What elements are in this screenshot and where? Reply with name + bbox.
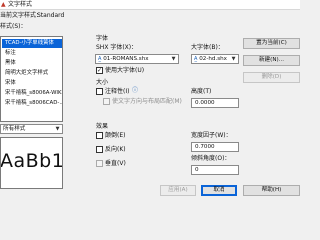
delete-style-button[interactable]: 删除(D) [243,72,300,83]
match-orientation-label: 使文字方向与布局匹配(M) [112,98,182,105]
backwards-checkbox[interactable] [96,146,103,153]
style-item[interactable]: 简明大炬文字样式 [2,69,62,78]
app-icon: ▲ [1,1,6,8]
styles-listbox[interactable]: TCAD-小字单线簧体 标注 黑体 简明大炬文字样式 宋体 宋千禧稿_s8006… [0,36,63,122]
width-factor-field[interactable]: 0.7000 [191,142,239,152]
shx-font-label: SHX 字体(X)： [96,44,138,51]
bigfont-select[interactable]: A̲ 02-hd.shx ▼ [191,54,239,64]
use-bigfont-checkbox[interactable] [96,67,103,74]
shx-icon: A̲ [98,56,102,62]
backwards-label: 反向(K) [105,146,126,153]
width-factor-label: 宽度因子(W)： [191,132,232,139]
set-current-button[interactable]: 置为当前(C) [243,38,300,49]
title-bar: ▲ 文字样式 [0,0,300,10]
style-item[interactable]: 标注 [2,49,62,58]
size-group-label: 大小 [96,79,109,86]
apply-button[interactable]: 应用(A) [160,185,196,196]
vertical-checkbox[interactable] [96,160,103,167]
annotative-label: 注释性(I) [105,88,130,95]
height-label: 高度(T) [191,88,212,95]
help-button[interactable]: 帮助(H) [243,185,300,196]
current-style-value: Standard [37,12,65,19]
font-group-label: 字体 [96,35,109,42]
oblique-angle-label: 倾斜角度(O)： [191,155,231,162]
oblique-angle-field[interactable]: 0 [191,165,239,175]
shx-font-select[interactable]: A̲ 01-ROMANS.shx ▼ [95,54,179,64]
style-filter-select[interactable]: 所有样式 ▼ [0,124,63,134]
bigfont-value: 02-hd.shx [199,56,227,62]
styles-label: 样式(S)： [0,23,27,30]
annotative-checkbox[interactable] [96,88,103,95]
chevron-down-icon: ▼ [171,56,176,62]
use-bigfont-label: 使用大字体(U) [105,67,145,74]
style-item[interactable]: 宋千禧稿_s8006CAD-... [2,99,62,108]
preview-text: AaBb123 [0,150,63,172]
cancel-button[interactable]: 取消 [201,185,237,196]
current-style-label: 当前文字样式： [0,12,43,19]
style-filter-value: 所有样式 [3,126,26,132]
effects-group-label: 效果 [96,123,109,130]
style-item[interactable]: 宋千禧稿_s8006A-WIK... [2,89,62,98]
chevron-down-icon: ▼ [55,126,60,132]
upside-down-checkbox[interactable] [96,132,103,139]
bigfont-label: 大字体(B)： [191,44,224,51]
window-title: 文字样式 [8,1,33,8]
chevron-down-icon: ▼ [231,56,236,62]
style-item[interactable]: TCAD-小字单线簧体 [2,39,62,48]
height-field[interactable]: 0.0000 [191,98,239,108]
match-orientation-checkbox[interactable] [103,98,110,105]
vertical-label: 垂直(V) [105,160,126,167]
new-style-button[interactable]: 新建(N)... [243,55,300,66]
style-item[interactable]: 黑体 [2,59,62,68]
bigfont-icon: A̲ [194,56,198,62]
shx-font-value: 01-ROMANS.shx [103,56,149,62]
style-item[interactable]: 宋体 [2,79,62,88]
text-preview: AaBb123 [0,137,63,189]
info-icon: ⓘ [132,87,139,94]
upside-down-label: 颠倒(E) [105,132,126,139]
